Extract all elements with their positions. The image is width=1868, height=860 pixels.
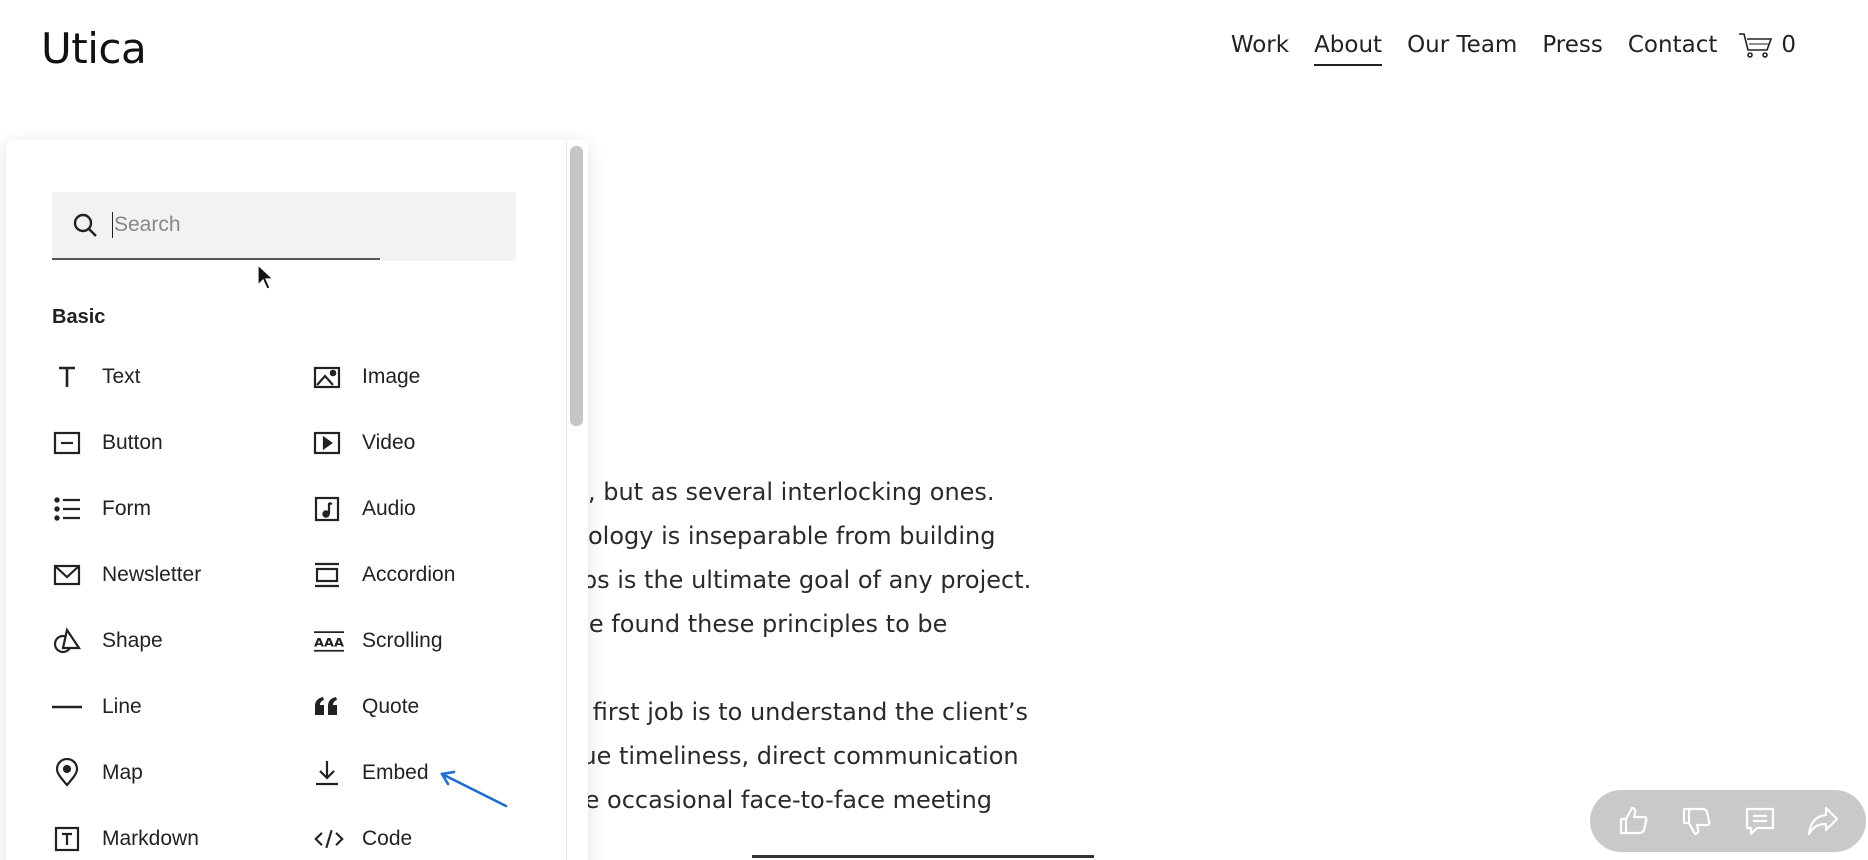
nav-our-team[interactable]: Our Team	[1407, 32, 1517, 64]
thumbs-down-button[interactable]	[1678, 802, 1716, 840]
block-label: Embed	[362, 761, 429, 784]
block-map[interactable]: Map	[52, 740, 312, 806]
block-accordion[interactable]: Accordion	[312, 542, 512, 608]
block-form[interactable]: Form	[52, 476, 312, 542]
block-label: Shape	[102, 629, 163, 652]
cart-count: 0	[1781, 32, 1796, 58]
svg-text:AAA: AAA	[314, 635, 344, 649]
block-label: Accordion	[362, 563, 456, 586]
site-title[interactable]: Utica	[41, 24, 147, 73]
body-line: ave found these principles to be	[560, 610, 948, 638]
block-audio[interactable]: Audio	[312, 476, 512, 542]
block-image[interactable]: Image	[312, 344, 512, 410]
block-label: Button	[102, 431, 163, 454]
body-line: alue timeliness, direct communication	[560, 742, 1019, 770]
block-quote[interactable]: Quote	[312, 674, 512, 740]
line-icon	[52, 692, 82, 722]
text-underline	[752, 855, 1094, 858]
block-scrolling[interactable]: AAA Scrolling	[312, 608, 512, 674]
audio-icon	[312, 494, 342, 524]
embed-icon	[312, 758, 342, 788]
block-label: Quote	[362, 695, 420, 718]
body-text: ce, but as several interlocking ones. ec…	[560, 470, 1031, 822]
block-label: Scrolling	[362, 629, 443, 652]
block-label: Newsletter	[102, 563, 202, 586]
block-search	[52, 192, 516, 260]
markdown-icon	[52, 824, 82, 854]
body-line: ur first job is to understand the client…	[560, 698, 1029, 726]
cart-icon	[1739, 33, 1773, 58]
block-label: Text	[102, 365, 141, 388]
panel-divider	[566, 140, 567, 860]
shape-icon	[52, 626, 82, 656]
accordion-icon	[312, 560, 342, 590]
block-video[interactable]: Video	[312, 410, 512, 476]
thumbs-up-icon	[1619, 806, 1647, 835]
body-line: the occasional face-to-face meeting	[560, 786, 993, 814]
body-line: hips is the ultimate goal of any project…	[560, 566, 1032, 594]
nav-work[interactable]: Work	[1231, 32, 1289, 64]
section-label-basic: Basic	[52, 306, 106, 328]
search-input[interactable]	[114, 213, 494, 237]
text-caret	[112, 212, 113, 238]
block-newsletter[interactable]: Newsletter	[52, 542, 312, 608]
quote-icon	[312, 692, 342, 722]
block-label: Code	[362, 827, 413, 850]
block-code[interactable]: Code	[312, 806, 512, 860]
comment-button[interactable]	[1741, 802, 1779, 840]
block-label: Audio	[362, 497, 416, 520]
map-icon	[52, 758, 82, 788]
annotation-arrow-icon	[440, 770, 508, 808]
block-label: Markdown	[102, 827, 199, 850]
block-label: Line	[102, 695, 142, 718]
main-nav: Work About Our Team Press Contact 0	[1206, 30, 1796, 66]
form-icon	[52, 494, 82, 524]
block-text[interactable]: Text	[52, 344, 312, 410]
code-icon	[312, 824, 346, 854]
scrolling-icon: AAA	[312, 626, 346, 656]
button-icon	[52, 428, 82, 458]
thumbs-up-button[interactable]	[1615, 802, 1653, 840]
block-shape[interactable]: Shape	[52, 608, 312, 674]
block-markdown[interactable]: Markdown	[52, 806, 312, 860]
share-icon	[1807, 806, 1838, 836]
block-label: Map	[102, 761, 143, 784]
cart-button[interactable]: 0	[1737, 30, 1796, 66]
video-icon	[312, 428, 342, 458]
thumbs-down-icon	[1682, 807, 1710, 836]
block-label: Form	[102, 497, 151, 520]
block-button[interactable]: Button	[52, 410, 312, 476]
search-icon	[73, 213, 97, 237]
panel-scrollbar[interactable]	[570, 146, 583, 426]
block-line[interactable]: Line	[52, 674, 312, 740]
nav-press[interactable]: Press	[1542, 32, 1603, 64]
feedback-toolbar	[1590, 790, 1866, 852]
body-line: ecology is inseparable from building	[560, 522, 996, 550]
nav-contact[interactable]: Contact	[1628, 32, 1717, 64]
body-line: ce, but as several interlocking ones.	[560, 478, 995, 506]
mouse-cursor-icon	[257, 264, 275, 290]
block-label: Video	[362, 431, 416, 454]
nav-about[interactable]: About	[1314, 32, 1383, 66]
image-icon	[312, 362, 342, 392]
newsletter-icon	[52, 560, 82, 590]
comment-icon	[1745, 807, 1774, 836]
text-icon	[52, 362, 82, 392]
share-button[interactable]	[1804, 802, 1842, 840]
block-label: Image	[362, 365, 421, 388]
